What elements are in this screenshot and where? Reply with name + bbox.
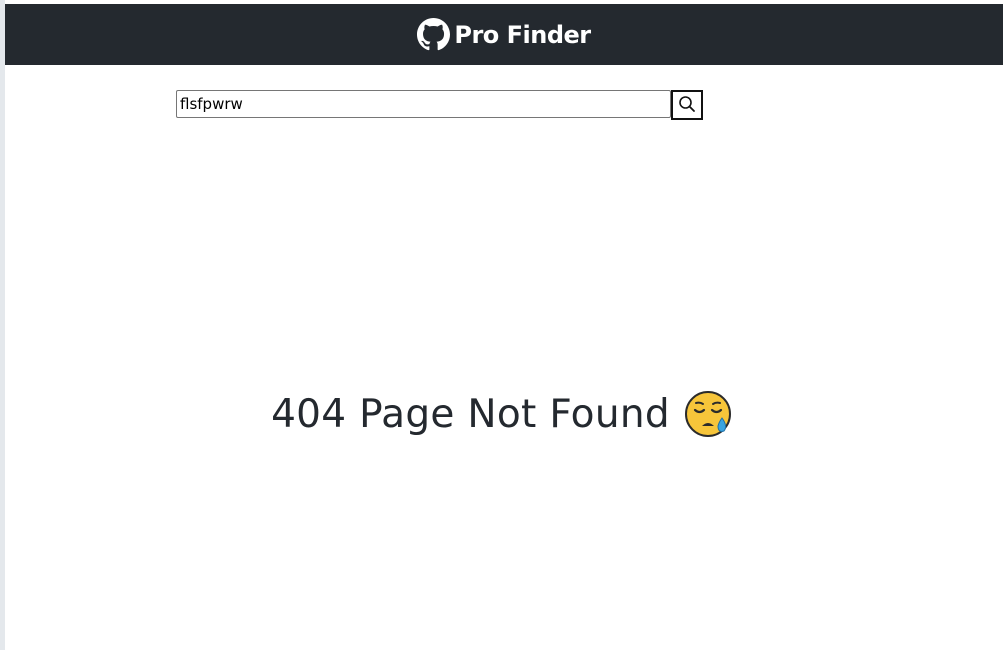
brand-name: Pro Finder <box>454 20 591 49</box>
github-icon <box>417 18 451 51</box>
not-found-message: 404 Page Not Found <box>0 390 1003 438</box>
brand-link[interactable]: Pro Finder <box>417 18 591 51</box>
not-found-text: 404 Page Not Found <box>271 391 670 437</box>
sad-crying-face-icon <box>684 390 732 438</box>
search-form <box>176 90 703 120</box>
navbar: Pro Finder <box>5 4 1003 65</box>
search-button[interactable] <box>671 90 703 120</box>
window-left-edge <box>0 0 5 650</box>
search-input[interactable] <box>176 90 671 118</box>
search-icon <box>678 95 696 116</box>
